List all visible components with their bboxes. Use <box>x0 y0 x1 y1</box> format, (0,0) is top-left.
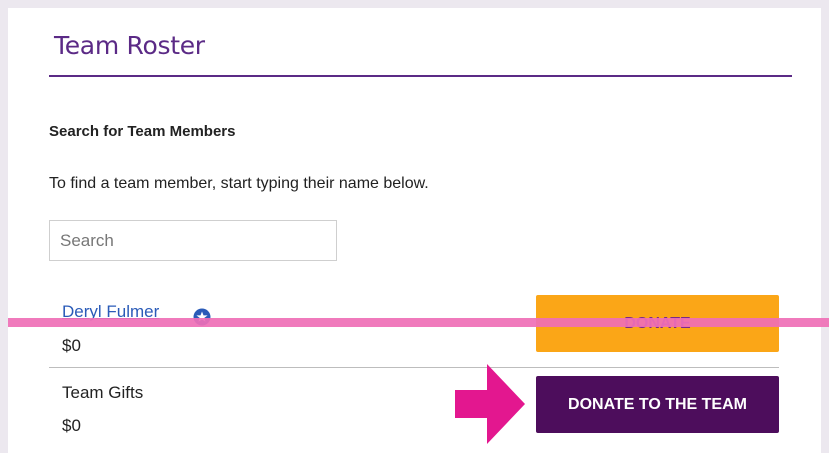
search-input[interactable] <box>49 220 337 261</box>
search-heading: Search for Team Members <box>49 123 236 140</box>
team-gifts-label: Team Gifts <box>62 383 144 402</box>
member-amount: $0 <box>62 336 81 355</box>
title-divider <box>49 75 792 77</box>
page-title: Team Roster <box>54 31 205 60</box>
arrow-right-icon <box>455 364 525 444</box>
donate-to-team-button[interactable]: DONATE TO THE TEAM <box>536 376 779 433</box>
row-divider <box>49 367 779 368</box>
search-instructions: To find a team member, start typing thei… <box>49 175 429 192</box>
overlay-highlight-line <box>8 318 829 327</box>
team-gifts-amount: $0 <box>62 416 81 435</box>
